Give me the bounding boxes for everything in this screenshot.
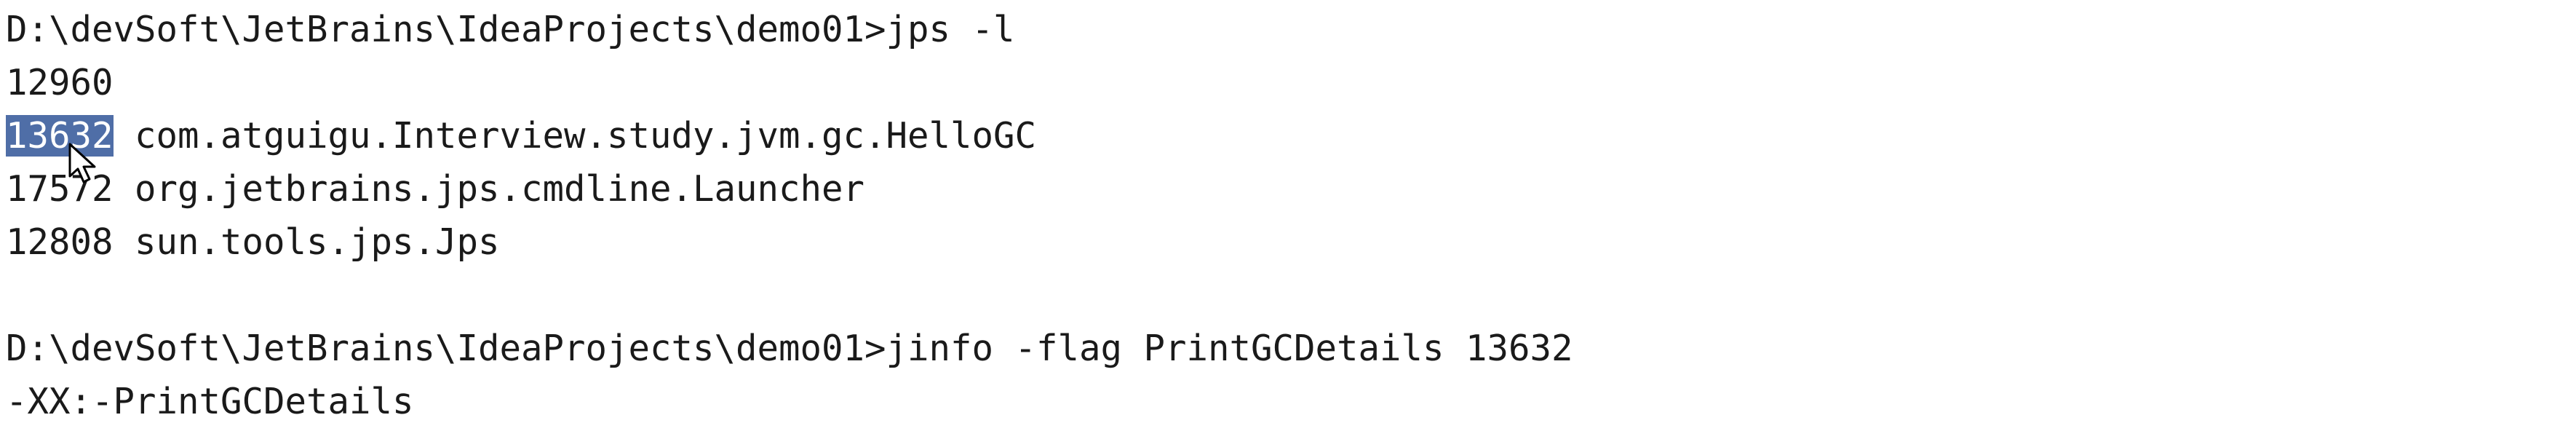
output-line: 12960: [6, 56, 2576, 109]
output-line: 17572 org.jetbrains.jps.cmdline.Launcher: [6, 162, 2576, 216]
output-line: -XX:-PrintGCDetails: [6, 375, 2576, 428]
output-text: 12808 sun.tools.jps.Jps: [6, 221, 500, 263]
prompt-path: D:\devSoft\JetBrains\IdeaProjects\demo01…: [6, 9, 886, 50]
prompt-path: D:\devSoft\JetBrains\IdeaProjects\demo01…: [6, 328, 886, 369]
output-text: 12960: [6, 62, 114, 103]
command-text: jps -l: [886, 9, 1015, 50]
command-text: jinfo -flag PrintGCDetails 13632: [886, 328, 1573, 369]
output-line-selected-pid: 13632 com.atguigu.Interview.study.jvm.gc…: [6, 109, 2576, 162]
output-text: 17572 org.jetbrains.jps.cmdline.Launcher: [6, 168, 865, 210]
mouse-pointer-icon: [67, 143, 102, 185]
prompt-line-jinfo: D:\devSoft\JetBrains\IdeaProjects\demo01…: [6, 322, 2576, 375]
output-text: -XX:-PrintGCDetails: [6, 381, 414, 422]
output-line: 12808 sun.tools.jps.Jps: [6, 216, 2576, 269]
prompt-line-jps: D:\devSoft\JetBrains\IdeaProjects\demo01…: [6, 3, 2576, 56]
terminal-window[interactable]: D:\devSoft\JetBrains\IdeaProjects\demo01…: [0, 0, 2576, 431]
process-name-text: com.atguigu.Interview.study.jvm.gc.Hello…: [113, 115, 1037, 157]
